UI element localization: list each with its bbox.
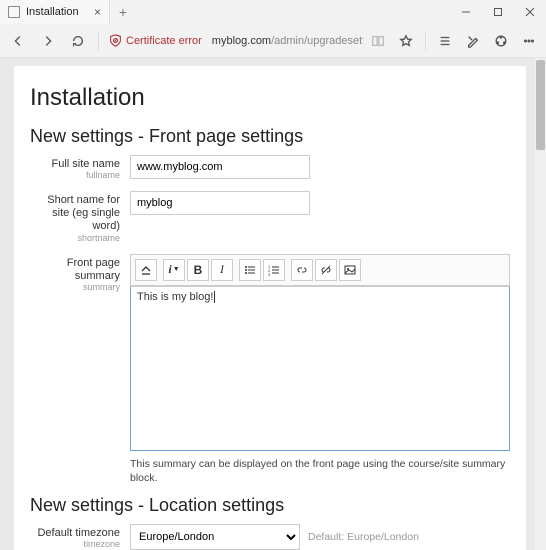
toolbar-link-button[interactable] xyxy=(291,259,313,281)
summary-help: This summary can be displayed on the fro… xyxy=(130,457,510,485)
more-button[interactable] xyxy=(516,27,542,55)
toolbar-expand-button[interactable] xyxy=(135,259,157,281)
back-button[interactable] xyxy=(4,27,32,55)
toolbar-italic-button[interactable]: I xyxy=(211,259,233,281)
shortname-sublabel: shortname xyxy=(30,234,120,244)
window-controls xyxy=(450,0,546,24)
reading-view-button[interactable] xyxy=(365,27,391,55)
hub-button[interactable] xyxy=(432,27,458,55)
label-col: Full site name fullname xyxy=(30,155,130,181)
forward-button[interactable] xyxy=(34,27,62,55)
page-icon xyxy=(8,6,20,18)
toolbar-right xyxy=(365,27,542,55)
browser-tab[interactable]: Installation × xyxy=(0,0,110,24)
share-button[interactable] xyxy=(488,27,514,55)
toolbar-info-button[interactable]: i▼ xyxy=(163,259,185,281)
section-heading-location: New settings - Location settings xyxy=(30,495,510,516)
summary-text: This is my blog! xyxy=(137,291,215,303)
label-col: Short name for site (eg single word) sho… xyxy=(30,191,130,243)
viewport: Installation New settings - Front page s… xyxy=(0,58,546,550)
separator xyxy=(98,31,99,51)
webnote-button[interactable] xyxy=(460,27,486,55)
field-summary: Front page summary summary i▼ B I 123 xyxy=(30,254,510,485)
fullname-input[interactable] xyxy=(130,155,310,179)
tab-title: Installation xyxy=(26,6,79,18)
fullname-sublabel: fullname xyxy=(30,171,120,181)
favorite-button[interactable] xyxy=(393,27,419,55)
shortname-label: Short name for site (eg single word) xyxy=(30,194,120,234)
close-window-button[interactable] xyxy=(514,0,546,24)
label-col: Front page summary summary xyxy=(30,254,130,485)
minimize-button[interactable] xyxy=(450,0,482,24)
timezone-sublabel: timezone xyxy=(30,540,120,550)
separator xyxy=(425,31,426,51)
toolbar-image-button[interactable] xyxy=(339,259,361,281)
toolbar-ol-button[interactable]: 123 xyxy=(263,259,285,281)
new-tab-button[interactable]: + xyxy=(110,0,136,24)
timezone-default-text: Default: Europe/London xyxy=(308,531,419,543)
summary-label: Front page summary xyxy=(30,257,120,283)
field-shortname: Short name for site (eg single word) sho… xyxy=(30,191,510,243)
shield-error-icon xyxy=(109,34,122,47)
editor-toolbar: i▼ B I 123 xyxy=(130,254,510,286)
tab-close-icon[interactable]: × xyxy=(94,5,101,19)
label-col: Default timezone timezone xyxy=(30,524,130,550)
field-fullname: Full site name fullname xyxy=(30,155,510,181)
cert-error-text: Certificate error xyxy=(126,35,202,47)
scrollbar-thumb[interactable] xyxy=(536,60,545,150)
url-host: myblog.com xyxy=(212,35,271,47)
url-path: /admin/upgradesettings.php?return=site xyxy=(271,35,363,47)
toolbar-unlink-button[interactable] xyxy=(315,259,337,281)
summary-editor[interactable]: This is my blog! xyxy=(130,286,510,451)
page-content: Installation New settings - Front page s… xyxy=(14,66,526,550)
browser-chrome: Installation × + Certificate error myblo… xyxy=(0,0,546,58)
certificate-error[interactable]: Certificate error xyxy=(105,34,206,47)
summary-sublabel: summary xyxy=(30,283,120,293)
toolbar-bold-button[interactable]: B xyxy=(187,259,209,281)
shortname-input[interactable] xyxy=(130,191,310,215)
toolbar-ul-button[interactable] xyxy=(239,259,261,281)
scrollbar[interactable] xyxy=(535,58,546,550)
address-bar: Certificate error myblog.com/admin/upgra… xyxy=(0,24,546,58)
timezone-select[interactable]: Europe/London xyxy=(130,524,300,550)
svg-text:3: 3 xyxy=(268,272,271,276)
maximize-button[interactable] xyxy=(482,0,514,24)
page-title: Installation xyxy=(30,84,510,112)
field-timezone: Default timezone timezone Europe/London … xyxy=(30,524,510,550)
url-field[interactable]: myblog.com/admin/upgradesettings.php?ret… xyxy=(208,35,363,47)
refresh-button[interactable] xyxy=(64,27,92,55)
section-heading-front: New settings - Front page settings xyxy=(30,126,510,147)
tab-bar: Installation × + xyxy=(0,0,546,24)
